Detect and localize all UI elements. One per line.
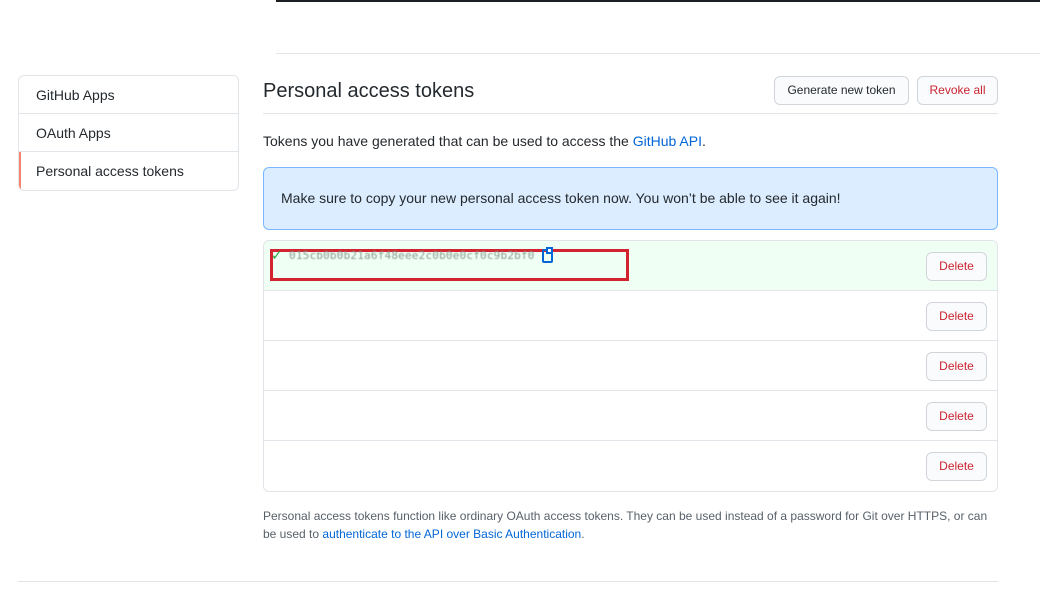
description-suffix: . bbox=[701, 133, 706, 149]
tokens-footnote: Personal access tokens function like ord… bbox=[263, 507, 998, 543]
github-api-link[interactable]: GitHub API bbox=[633, 133, 702, 149]
token-list: ✓ 015cb0b0b21a6f48eee2c0b0e0cf0c9b2bf0 D… bbox=[263, 240, 998, 492]
tokens-description: Tokens you have generated that can be us… bbox=[263, 133, 706, 149]
token-row: Delete bbox=[264, 341, 997, 391]
delete-button[interactable]: Delete bbox=[926, 402, 987, 431]
check-icon: ✓ bbox=[271, 247, 283, 263]
main-content: Personal access tokens Generate new toke… bbox=[263, 75, 998, 541]
new-token-row: ✓ 015cb0b0b21a6f48eee2c0b0e0cf0c9b2bf0 D… bbox=[264, 241, 997, 291]
basic-auth-link[interactable]: authenticate to the API over Basic Authe… bbox=[322, 527, 581, 541]
settings-sidebar: GitHub Apps OAuth Apps Personal access t… bbox=[18, 75, 239, 191]
top-border bbox=[276, 0, 1040, 2]
clipboard-icon[interactable] bbox=[541, 246, 553, 263]
page-title: Personal access tokens bbox=[263, 80, 475, 102]
description-text: Tokens you have generated that can be us… bbox=[263, 133, 633, 149]
token-row: Delete bbox=[264, 291, 997, 341]
sidebar-item-oauth-apps[interactable]: OAuth Apps bbox=[19, 114, 238, 152]
page-header: Personal access tokens Generate new toke… bbox=[263, 75, 998, 114]
sidebar-item-personal-access-tokens[interactable]: Personal access tokens bbox=[19, 152, 238, 190]
copy-token-flash: Make sure to copy your new personal acce… bbox=[263, 167, 998, 230]
header-divider bbox=[276, 53, 1040, 54]
footer-divider bbox=[18, 581, 998, 582]
revoke-all-button[interactable]: Revoke all bbox=[917, 76, 998, 105]
token-value[interactable]: 015cb0b0b21a6f48eee2c0b0e0cf0c9b2bf0 bbox=[289, 249, 535, 262]
delete-button[interactable]: Delete bbox=[926, 252, 987, 281]
token-row: Delete bbox=[264, 441, 997, 491]
sidebar-item-github-apps[interactable]: GitHub Apps bbox=[19, 76, 238, 114]
delete-button[interactable]: Delete bbox=[926, 452, 987, 481]
new-token: ✓ 015cb0b0b21a6f48eee2c0b0e0cf0c9b2bf0 bbox=[271, 246, 553, 264]
delete-button[interactable]: Delete bbox=[926, 352, 987, 381]
footnote-suffix: . bbox=[581, 527, 585, 541]
token-row: Delete bbox=[264, 391, 997, 441]
generate-new-token-button[interactable]: Generate new token bbox=[774, 76, 909, 105]
delete-button[interactable]: Delete bbox=[926, 302, 987, 331]
